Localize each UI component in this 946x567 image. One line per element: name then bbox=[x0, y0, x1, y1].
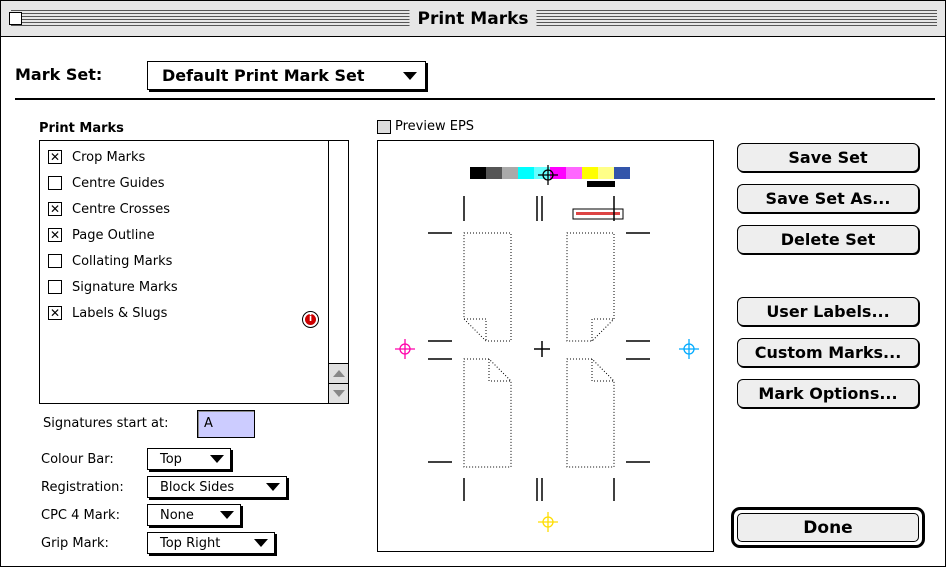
divider bbox=[15, 98, 935, 100]
preview-svg bbox=[395, 165, 699, 532]
colour-bar-swatch bbox=[566, 167, 582, 179]
cpc4-label: CPC 4 Mark: bbox=[41, 508, 120, 523]
cpc4-value: None bbox=[160, 507, 194, 523]
checkbox-page-outline[interactable]: ✕ bbox=[48, 228, 62, 242]
info-icon[interactable]: i bbox=[302, 311, 319, 328]
popup-arrow-icon bbox=[403, 71, 417, 80]
preview-eps-option[interactable]: Preview EPS bbox=[377, 119, 474, 134]
list-item-crop-marks[interactable]: ✕ Crop Marks bbox=[48, 147, 145, 167]
registration-label: Registration: bbox=[41, 480, 124, 495]
colour-bar-value: Top bbox=[160, 451, 182, 467]
checkbox-labels-slugs[interactable]: ✕ bbox=[48, 306, 62, 320]
list-item-label: Collating Marks bbox=[72, 253, 173, 269]
popup-arrow-icon bbox=[266, 483, 280, 491]
print-marks-preview bbox=[377, 140, 714, 552]
page-outline-top-right bbox=[566, 232, 615, 342]
list-item-label: Signature Marks bbox=[72, 279, 178, 295]
scroll-down-button[interactable] bbox=[329, 383, 348, 403]
grip-mark-popup[interactable]: Top Right bbox=[147, 532, 275, 554]
save-set-as-button[interactable]: Save Set As... bbox=[737, 184, 919, 213]
delete-set-button[interactable]: Delete Set bbox=[737, 225, 919, 254]
print-marks-heading: Print Marks bbox=[39, 121, 124, 136]
title-bar[interactable]: Print Marks bbox=[1, 1, 945, 37]
checkbox-crop-marks[interactable]: ✕ bbox=[48, 150, 62, 164]
grip-mark-value: Top Right bbox=[160, 535, 221, 551]
checkbox-centre-crosses[interactable]: ✕ bbox=[48, 202, 62, 216]
list-item-signature-marks[interactable]: Signature Marks bbox=[48, 277, 178, 297]
registration-left bbox=[395, 339, 415, 359]
page-outlines bbox=[463, 232, 615, 468]
registration-value: Block Sides bbox=[160, 479, 235, 495]
checkbox-signature-marks[interactable] bbox=[48, 280, 62, 294]
colour-bar-popup[interactable]: Top bbox=[147, 448, 231, 470]
print-marks-list[interactable]: ✕ Crop Marks Centre Guides ✕ Centre Cros… bbox=[39, 140, 349, 404]
list-item-labels-slugs[interactable]: ✕ Labels & Slugs bbox=[48, 303, 167, 323]
colour-bar-swatch bbox=[518, 167, 534, 179]
colour-bar-swatch bbox=[582, 167, 598, 179]
mark-set-popup[interactable]: Default Print Mark Set bbox=[147, 61, 426, 90]
colour-bar-swatch bbox=[598, 167, 614, 179]
popup-arrow-icon bbox=[254, 539, 268, 547]
scroll-up-icon bbox=[332, 370, 345, 377]
list-item-centre-crosses[interactable]: ✕ Centre Crosses bbox=[48, 199, 170, 219]
page-outline-top-left bbox=[463, 232, 512, 342]
custom-marks-button[interactable]: Custom Marks... bbox=[737, 338, 919, 367]
popup-arrow-icon bbox=[220, 511, 234, 519]
list-item-collating-marks[interactable]: Collating Marks bbox=[48, 251, 172, 271]
done-button[interactable]: Done bbox=[731, 507, 925, 548]
list-item-label: Page Outline bbox=[72, 227, 155, 243]
list-item-centre-guides[interactable]: Centre Guides bbox=[48, 173, 165, 193]
colour-bar-swatch bbox=[470, 167, 486, 179]
save-set-button[interactable]: Save Set bbox=[737, 143, 919, 172]
grip-mark-label: Grip Mark: bbox=[41, 536, 109, 551]
list-item-label: Crop Marks bbox=[72, 149, 146, 165]
colour-bar-black-block bbox=[587, 181, 615, 187]
list-item-label: Centre Guides bbox=[72, 175, 165, 191]
crop-marks bbox=[428, 196, 650, 501]
mark-options-button[interactable]: Mark Options... bbox=[737, 379, 919, 408]
colour-bar-swatch bbox=[502, 167, 518, 179]
page-outline-bottom-left bbox=[463, 358, 512, 468]
cpc4-popup[interactable]: None bbox=[147, 504, 241, 526]
mark-set-label: Mark Set: bbox=[15, 65, 103, 84]
colour-bar-label: Colour Bar: bbox=[41, 452, 114, 467]
list-scrollbar[interactable] bbox=[328, 141, 348, 403]
list-item-label: Centre Crosses bbox=[72, 201, 171, 217]
registration-right bbox=[679, 339, 699, 359]
colour-bar-swatch bbox=[486, 167, 502, 179]
print-marks-window: Print Marks Mark Set: Default Print Mark… bbox=[0, 0, 946, 567]
popup-arrow-icon bbox=[210, 455, 224, 463]
list-item-label: Labels & Slugs bbox=[72, 305, 168, 321]
colour-bar-swatch bbox=[614, 167, 630, 179]
preview-eps-label: Preview EPS bbox=[395, 119, 475, 134]
checkbox-collating-marks[interactable] bbox=[48, 254, 62, 268]
checkbox-preview-eps[interactable] bbox=[377, 119, 391, 134]
window-title: Print Marks bbox=[409, 8, 537, 30]
scroll-down-icon bbox=[332, 390, 345, 397]
signatures-label: Signatures start at: bbox=[43, 416, 169, 431]
checkbox-centre-guides[interactable] bbox=[48, 176, 62, 190]
user-labels-button[interactable]: User Labels... bbox=[737, 297, 919, 326]
close-box[interactable] bbox=[9, 12, 22, 25]
list-item-page-outline[interactable]: ✕ Page Outline bbox=[48, 225, 155, 245]
mark-set-value: Default Print Mark Set bbox=[162, 66, 365, 85]
registration-popup[interactable]: Block Sides bbox=[147, 476, 287, 498]
colour-bar-preview bbox=[470, 167, 630, 179]
signatures-start-input[interactable]: A bbox=[197, 410, 255, 438]
done-button-label: Done bbox=[737, 513, 919, 542]
page-outline-bottom-right bbox=[566, 358, 615, 468]
registration-bottom bbox=[538, 512, 558, 532]
scroll-up-button[interactable] bbox=[329, 363, 348, 383]
